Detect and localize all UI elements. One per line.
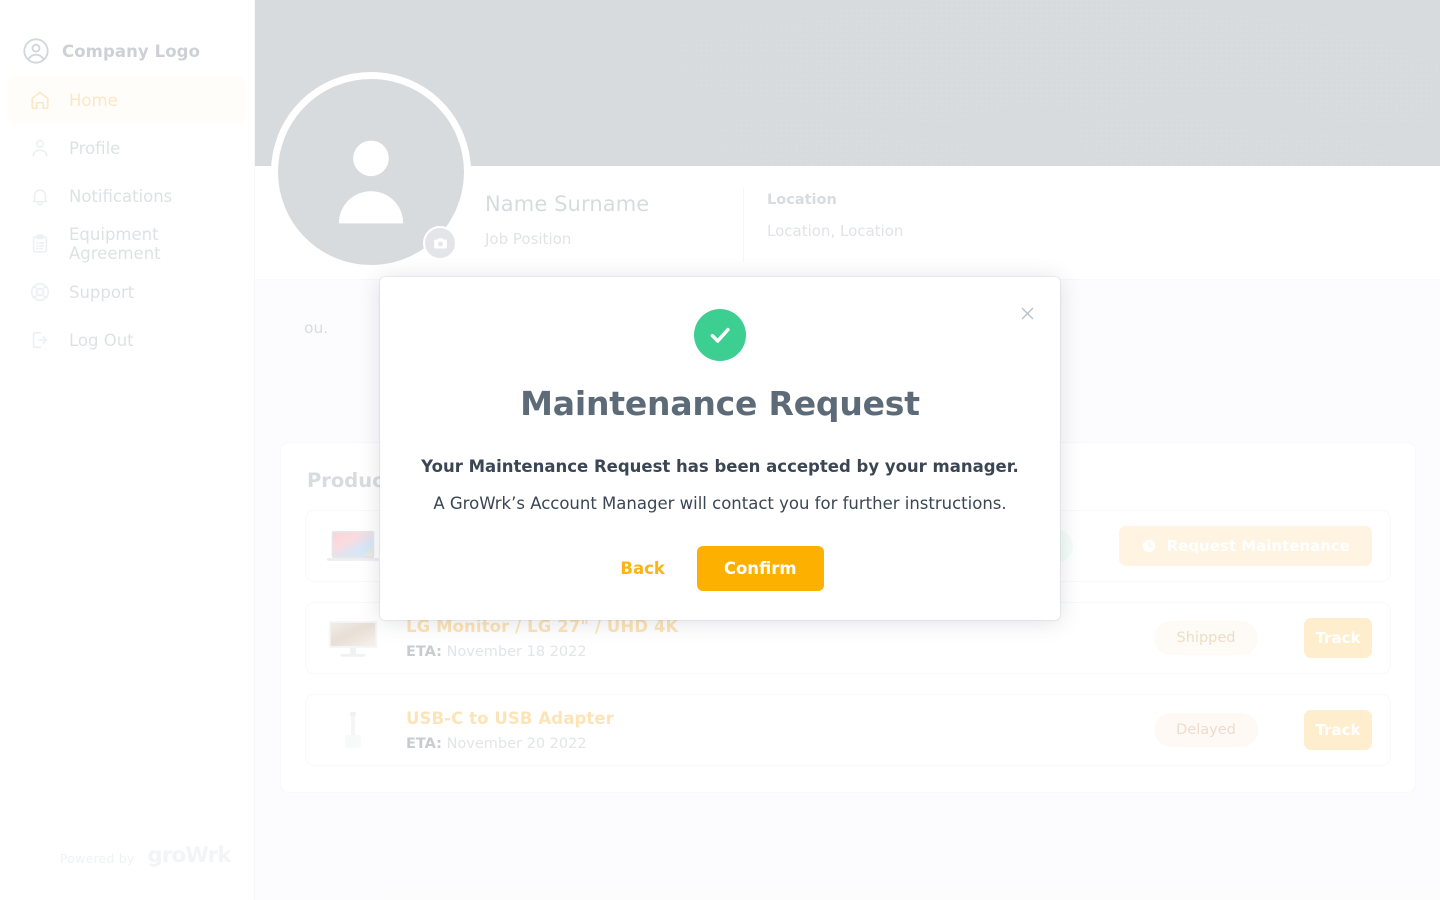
modal-secondary-message: A GroWrk’s Account Manager will contact … xyxy=(380,494,1060,513)
modal-title: Maintenance Request xyxy=(380,384,1060,423)
app-root: Company Logo Home Profile xyxy=(0,0,1440,900)
check-icon xyxy=(706,321,734,349)
close-icon xyxy=(1018,304,1037,323)
confirm-button[interactable]: Confirm xyxy=(697,546,824,591)
modal-primary-message: Your Maintenance Request has been accept… xyxy=(380,457,1060,476)
maintenance-request-modal: Maintenance Request Your Maintenance Req… xyxy=(380,277,1060,620)
success-indicator xyxy=(694,309,746,361)
modal-actions: Back Confirm xyxy=(380,546,1060,591)
close-button[interactable] xyxy=(1015,301,1039,325)
back-button[interactable]: Back xyxy=(616,551,668,586)
